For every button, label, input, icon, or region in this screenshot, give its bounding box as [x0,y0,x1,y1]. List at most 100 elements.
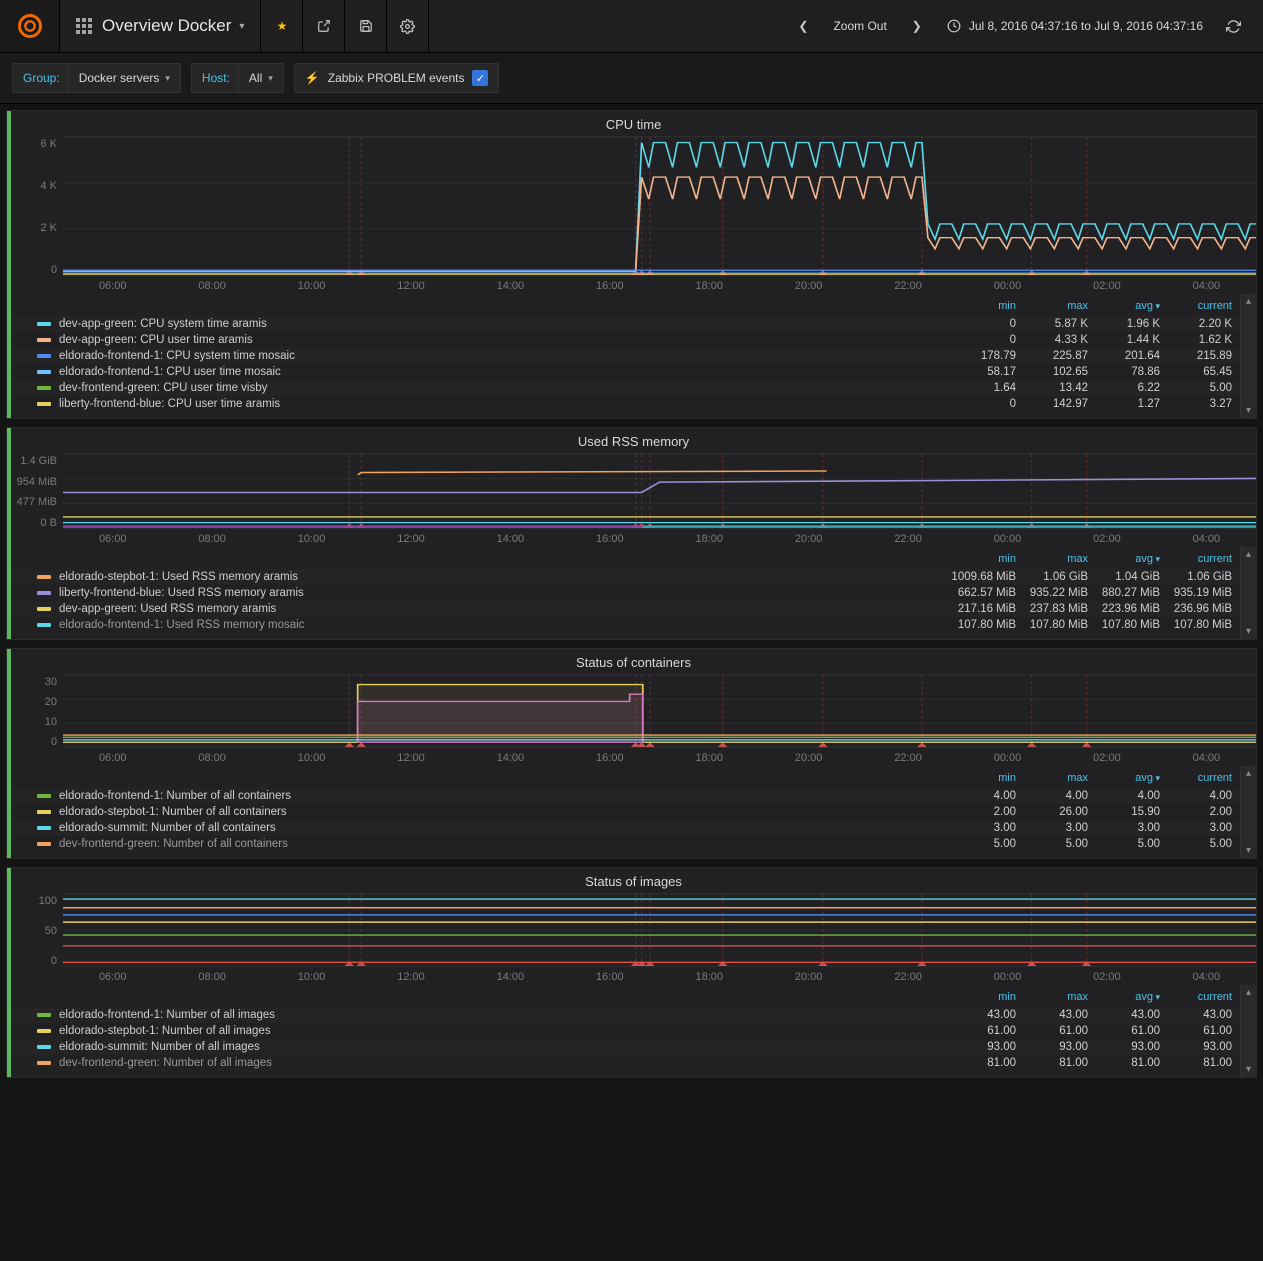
graph-wrapper[interactable]: 1.4 GiB954 MiB477 MiB0 B 06:0008:0010:00… [11,453,1256,547]
plot-area[interactable] [63,674,1256,748]
legend-swatch-icon [37,338,51,342]
legend-table: min max avg current eldorado-frontend-1:… [11,766,1240,858]
legend-header-current[interactable]: current [1160,300,1232,312]
panel-title[interactable]: CPU time [11,111,1256,136]
legend-row[interactable]: dev-frontend-green: Number of all images… [11,1055,1240,1071]
legend-avg: 223.96 MiB [1088,603,1160,615]
plot-area[interactable] [63,136,1256,276]
legend-row[interactable]: dev-app-green: Used RSS memory aramis 21… [11,601,1240,617]
legend-row[interactable]: eldorado-frontend-1: Number of all image… [11,1007,1240,1023]
legend-header-min[interactable]: min [944,553,1016,565]
chevron-down-icon: ▾ [165,73,170,84]
legend-row[interactable]: liberty-frontend-blue: Used RSS memory a… [11,585,1240,601]
template-group-dropdown[interactable]: Docker servers ▾ [69,64,180,92]
legend-row[interactable]: eldorado-stepbot-1: Number of all images… [11,1023,1240,1039]
time-forward-button[interactable]: ❯ [903,12,931,40]
refresh-button[interactable] [1219,12,1247,40]
plot-area[interactable] [63,453,1256,529]
legend-header-avg[interactable]: avg [1088,991,1160,1003]
chevron-right-icon: ❯ [912,19,922,33]
legend-scrollbar[interactable]: ▴ ▾ [1240,985,1256,1077]
plot-area[interactable] [63,893,1256,967]
legend-series-name: dev-frontend-green: Number of all contai… [59,838,944,850]
legend-header-min[interactable]: min [944,991,1016,1003]
legend-max: 26.00 [1016,806,1088,818]
y-tick-label: 6 K [40,138,57,150]
chevron-down-icon: ▾ [268,73,273,84]
time-range-picker[interactable]: Jul 8, 2016 04:37:16 to Jul 9, 2016 04:3… [937,13,1213,39]
save-dashboard-button[interactable] [345,0,387,52]
legend-row[interactable]: liberty-frontend-blue: CPU user time ara… [11,396,1240,412]
template-host-dropdown[interactable]: All ▾ [239,64,283,92]
share-dashboard-button[interactable] [303,0,345,52]
x-tick-label: 22:00 [858,533,957,545]
legend-row[interactable]: eldorado-summit: Number of all images 93… [11,1039,1240,1055]
legend-header-current[interactable]: current [1160,772,1232,784]
legend-header-max[interactable]: max [1016,772,1088,784]
legend-header-current[interactable]: current [1160,553,1232,565]
grafana-logo[interactable] [0,0,60,52]
legend-row[interactable]: eldorado-frontend-1: Number of all conta… [11,788,1240,804]
star-dashboard-button[interactable]: ★ [261,0,303,52]
legend-row[interactable]: dev-app-green: CPU system time aramis 0 … [11,316,1240,332]
legend-scrollbar[interactable]: ▴ ▾ [1240,294,1256,418]
settings-dashboard-button[interactable] [387,0,429,52]
legend-header-max[interactable]: max [1016,553,1088,565]
legend-row[interactable]: eldorado-frontend-1: CPU user time mosai… [11,364,1240,380]
legend-scrollbar[interactable]: ▴ ▾ [1240,766,1256,858]
legend-series-name: eldorado-summit: Number of all container… [59,822,944,834]
legend-avg: 107.80 MiB [1088,619,1160,631]
graph-wrapper[interactable]: 6 K4 K2 K0 06:0008:0010:0012:0014:0016:0… [11,136,1256,294]
legend-min: 0 [944,318,1016,330]
legend-current: 1.06 GiB [1160,571,1232,583]
legend-header-avg[interactable]: avg [1088,772,1160,784]
legend-header: min max avg current [11,770,1240,788]
x-axis: 06:0008:0010:0012:0014:0016:0018:0020:00… [63,276,1256,294]
annotation-toggle-zabbix[interactable]: ⚡ Zabbix PROBLEM events ✓ [294,63,500,93]
legend-scrollbar[interactable]: ▴ ▾ [1240,547,1256,639]
x-tick-label: 12:00 [361,752,460,764]
dashboard-picker[interactable]: Overview Docker ▾ [60,0,261,52]
legend-header-max[interactable]: max [1016,991,1088,1003]
checkbox-checked-icon: ✓ [472,70,488,86]
legend-max: 5.87 K [1016,318,1088,330]
legend-header-min[interactable]: min [944,772,1016,784]
top-navbar: Overview Docker ▾ ★ ❮ Zoom Out [0,0,1263,52]
legend-header-avg[interactable]: avg [1088,300,1160,312]
legend-avg: 1.44 K [1088,334,1160,346]
legend-row[interactable]: eldorado-frontend-1: CPU system time mos… [11,348,1240,364]
panel-title[interactable]: Status of containers [11,649,1256,674]
graph-wrapper[interactable]: 3020100 06:0008:0010:0012:0014:0016:0018… [11,674,1256,766]
star-icon: ★ [277,19,288,33]
x-tick-label: 00:00 [958,971,1057,983]
legend-row[interactable]: eldorado-frontend-1: Used RSS memory mos… [11,617,1240,633]
legend-header-avg[interactable]: avg [1088,553,1160,565]
legend-row[interactable]: eldorado-stepbot-1: Used RSS memory aram… [11,569,1240,585]
x-tick-label: 12:00 [361,280,460,292]
legend-row[interactable]: dev-frontend-green: Number of all contai… [11,836,1240,852]
panel-title[interactable]: Status of images [11,868,1256,893]
legend-row[interactable]: eldorado-summit: Number of all container… [11,820,1240,836]
zoom-out-button[interactable]: Zoom Out [823,13,896,39]
navbar-left: Overview Docker ▾ ★ [0,0,429,52]
legend-row[interactable]: dev-frontend-green: CPU user time visby … [11,380,1240,396]
time-back-button[interactable]: ❮ [789,12,817,40]
legend-swatch-icon [37,591,51,595]
x-tick-label: 06:00 [63,533,162,545]
legend-row[interactable]: eldorado-stepbot-1: Number of all contai… [11,804,1240,820]
legend-swatch-icon [37,607,51,611]
graph-wrapper[interactable]: 100500 06:0008:0010:0012:0014:0016:0018:… [11,893,1256,985]
plot-column: 06:0008:0010:0012:0014:0016:0018:0020:00… [63,893,1256,985]
y-tick-label: 0 [51,264,57,276]
y-axis: 1.4 GiB954 MiB477 MiB0 B [11,453,63,529]
legend-header-max[interactable]: max [1016,300,1088,312]
legend-header-current[interactable]: current [1160,991,1232,1003]
panel-title[interactable]: Used RSS memory [11,428,1256,453]
legend-row[interactable]: dev-app-green: CPU user time aramis 0 4.… [11,332,1240,348]
legend-current: 2.00 [1160,806,1232,818]
legend-avg: 201.64 [1088,350,1160,362]
legend-max: 4.33 K [1016,334,1088,346]
legend-max: 61.00 [1016,1025,1088,1037]
y-tick-label: 477 MiB [17,496,57,508]
legend-header-min[interactable]: min [944,300,1016,312]
